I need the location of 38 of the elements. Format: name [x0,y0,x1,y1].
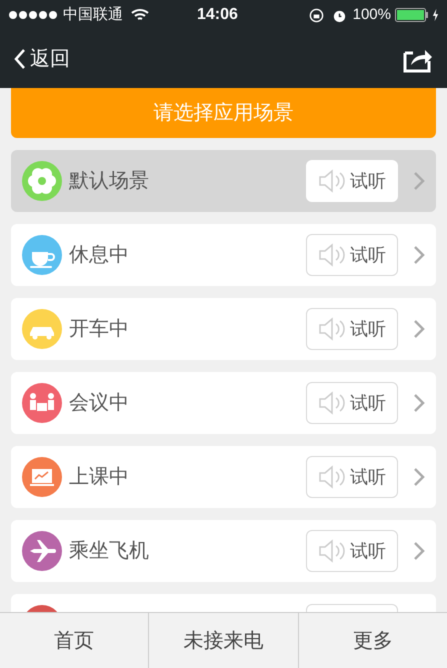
scene-row[interactable]: 休息中 试听 [11,224,436,286]
preview-button[interactable]: 试听 [306,234,398,276]
preview-button[interactable]: 试听 [306,530,398,572]
chevron-right-icon [413,541,425,561]
scene-row[interactable]: 上课中 试听 [11,446,436,508]
scene-label: 上课中 [69,465,130,490]
preview-button[interactable]: 试听 [306,382,398,424]
tab[interactable]: 更多 [298,613,447,668]
battery-percent: 100% [352,4,391,25]
chevron-right-icon [413,393,425,413]
scene-label: 乘坐飞机 [69,539,150,564]
clock-time: 14:06 [197,5,238,25]
preview-button[interactable]: 试听 [306,160,398,202]
scene-label: 默认场景 [69,169,150,194]
scene-row[interactable]: 开车中 试听 [11,298,436,360]
chevron-right-icon [413,245,425,265]
signal-icon [8,10,58,20]
chevron-right-icon [413,171,425,191]
preview-button[interactable]: 试听 [306,456,398,498]
scene-label: 开车中 [69,317,130,342]
scene-label: 休息中 [69,243,130,268]
chevron-right-icon [413,319,425,339]
preview-button[interactable]: 试听 [306,308,398,350]
scene-row[interactable]: 乘坐飞机 试听 [11,520,436,582]
rotation-lock-icon [308,8,324,22]
tab[interactable]: 首页 [0,613,148,668]
wifi-icon [131,8,149,22]
charging-icon [432,8,439,22]
back-button[interactable]: 返回 [14,44,70,74]
chevron-left-icon [14,48,26,70]
scene-row[interactable]: 会议中 试听 [11,372,436,434]
carrier-label: 中国联通 [63,4,123,25]
tab[interactable]: 未接来电 [148,613,298,668]
scene-row[interactable]: 默认场景 试听 [11,150,436,212]
scene-label: 会议中 [69,391,130,416]
chevron-right-icon [413,467,425,487]
battery-icon [395,8,429,22]
scene-header: 请选择应用场景 [11,88,436,138]
